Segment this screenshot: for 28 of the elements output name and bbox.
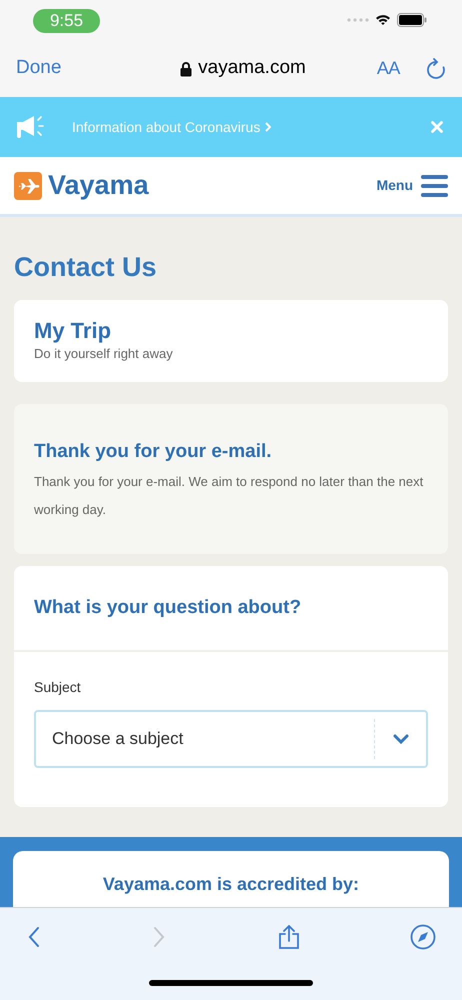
page-title: Contact Us [14, 251, 158, 284]
chevron-right-icon [265, 122, 272, 132]
done-button[interactable]: Done [16, 54, 136, 83]
battery-icon [397, 13, 427, 27]
my-trip-card[interactable]: My Trip Do it yourself right away [14, 300, 448, 382]
question-title: What is your question about? [14, 566, 448, 652]
wifi-icon [375, 14, 391, 26]
share-icon[interactable] [276, 924, 301, 950]
subject-label: Subject [33, 678, 82, 697]
chevron-down-icon [392, 734, 408, 744]
subject-select[interactable]: Choose a subject [34, 710, 428, 768]
menu-button[interactable]: Menu [376, 174, 448, 198]
text-size-button[interactable]: AA [350, 55, 400, 82]
card-subtitle: Do it yourself right away [34, 344, 174, 363]
confirmation-text: Thank you for your e-mail. We aim to respond no later than the next working day. [34, 473, 424, 519]
status-time: 9:55 [33, 9, 100, 33]
lock-icon [180, 60, 192, 76]
logo-text[interactable]: Vayama [48, 165, 149, 206]
card-title: My Trip [34, 318, 112, 344]
plane-logo-icon [14, 172, 42, 200]
reload-icon[interactable] [426, 58, 446, 80]
accreditation-title: Vayama.com is accredited by: [102, 873, 360, 896]
signal-icon [347, 18, 369, 22]
confirmation-title: Thank you for your e-mail. [34, 440, 273, 464]
compass-icon[interactable] [410, 924, 436, 950]
menu-icon [421, 174, 448, 198]
back-icon[interactable] [26, 925, 42, 949]
address-text[interactable]: vayama.com [198, 54, 306, 83]
